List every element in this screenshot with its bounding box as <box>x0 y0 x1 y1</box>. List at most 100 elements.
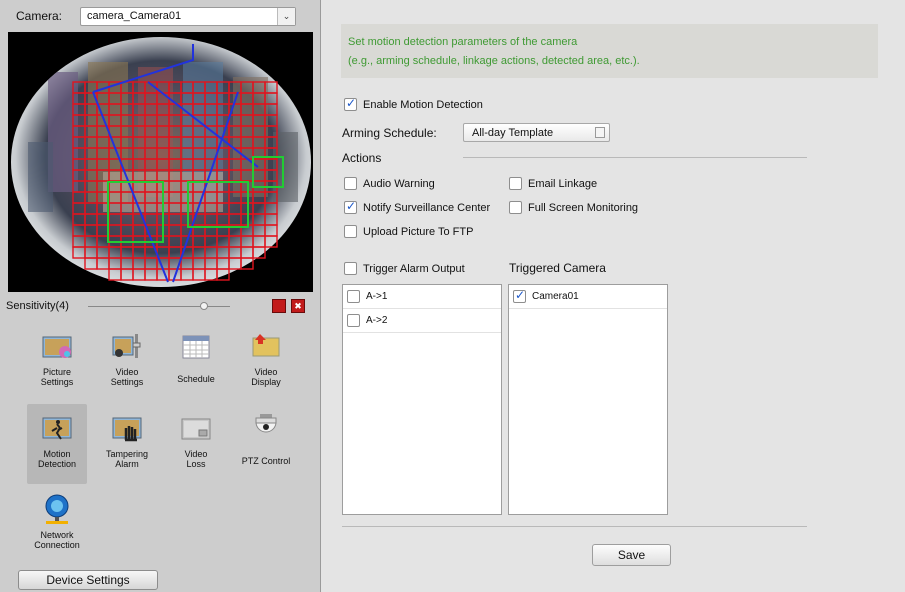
upload-ftp-option[interactable]: Upload Picture To FTP <box>344 225 473 238</box>
tile-label-line: Video <box>254 367 278 377</box>
video-display-icon <box>250 330 282 362</box>
info-line-2: (e.g., arming schedule, linkage actions,… <box>348 55 640 67</box>
enable-motion-label: Enable Motion Detection <box>363 98 483 111</box>
fisheye-view <box>8 32 313 292</box>
settings-tile[interactable]: Schedule <box>166 322 226 402</box>
triggered-camera-label: Triggered Camera <box>509 261 606 275</box>
tile-label-line: Schedule <box>177 374 215 384</box>
trigger-alarm-checkbox[interactable] <box>344 262 357 275</box>
tile-label: Video Display <box>236 367 296 387</box>
upload-ftp-label: Upload Picture To FTP <box>363 225 474 238</box>
settings-tile[interactable]: Video Display <box>236 322 296 402</box>
tile-label: Tampering Alarm <box>97 449 157 469</box>
audio-warning-checkbox[interactable] <box>344 177 357 190</box>
video-preview[interactable] <box>8 32 313 292</box>
alarm-output-item[interactable]: A->1 <box>343 285 501 309</box>
email-linkage-checkbox[interactable] <box>509 177 522 190</box>
schedule-icon <box>180 330 212 362</box>
triggered-camera-item[interactable]: Camera01 <box>509 285 667 309</box>
triggered-camera-item-label: Camera01 <box>532 291 579 302</box>
notify-center-label: Notify Surveillance Center <box>363 201 491 214</box>
camera-row: Camera: camera_Camera01 ⌄ <box>0 0 321 32</box>
settings-tile[interactable]: Tampering Alarm <box>97 404 157 484</box>
tampering-alarm-icon <box>111 412 143 444</box>
video-settings-icon <box>111 330 143 362</box>
tile-label-line: Video <box>115 367 139 377</box>
motion-detection-icon <box>41 412 73 444</box>
audio-warning-option[interactable]: Audio Warning <box>344 177 435 190</box>
tile-label: Video Settings <box>97 367 157 387</box>
alarm-output-item-label: A->2 <box>366 315 388 326</box>
notify-center-option[interactable]: Notify Surveillance Center <box>344 199 491 214</box>
info-banner: Set motion detection parameters of the c… <box>341 24 878 78</box>
tile-label-line: Picture <box>42 367 71 377</box>
sensitivity-slider-handle[interactable] <box>200 302 208 310</box>
settings-tile[interactable]: Picture Settings <box>27 322 87 402</box>
enable-motion-option[interactable]: Enable Motion Detection <box>344 96 483 111</box>
trigger-alarm-label: Trigger Alarm Output <box>363 262 465 275</box>
tile-label-line: Alarm <box>115 459 139 469</box>
network-connection-icon <box>41 493 73 525</box>
trigger-alarm-option[interactable]: Trigger Alarm Output <box>344 262 465 275</box>
sensitivity-row: Sensitivity(4) ✖ <box>0 294 321 318</box>
full-screen-option[interactable]: Full Screen Monitoring <box>509 201 638 214</box>
bottom-divider <box>342 526 807 527</box>
settings-tile[interactable]: Video Settings <box>97 322 157 402</box>
actions-divider <box>463 157 807 158</box>
camera-select[interactable]: camera_Camera01 ⌄ <box>80 7 296 26</box>
info-line-1: Set motion detection parameters of the c… <box>348 36 578 48</box>
device-settings-button[interactable]: Device Settings <box>18 570 158 590</box>
tile-label-line: Connection <box>34 540 80 550</box>
alarm-output-list[interactable]: A->1 A->2 <box>342 284 502 515</box>
tile-label-line: Motion <box>43 449 71 459</box>
picture-settings-icon <box>41 330 73 362</box>
tile-label: Motion Detection <box>27 449 87 469</box>
settings-tile[interactable]: Network Connection <box>27 485 87 565</box>
audio-warning-label: Audio Warning <box>363 177 435 190</box>
alarm-output-item[interactable]: A->2 <box>343 309 501 333</box>
tile-label-line: Video <box>184 449 208 459</box>
tile-label: Video Loss <box>166 449 226 469</box>
tile-label-line: Detection <box>37 459 77 469</box>
email-linkage-label: Email Linkage <box>528 177 598 190</box>
triggered-camera-list[interactable]: Camera01 <box>508 284 668 515</box>
full-screen-checkbox[interactable] <box>509 201 522 214</box>
upload-ftp-checkbox[interactable] <box>344 225 357 238</box>
tile-label-line: Settings <box>110 377 144 387</box>
camera-label: Camera: <box>16 9 63 23</box>
alarm-output-item-checkbox[interactable] <box>347 290 360 303</box>
triggered-camera-item-checkbox[interactable] <box>513 288 526 303</box>
enable-motion-checkbox[interactable] <box>344 96 357 111</box>
arming-schedule-value: All-day Template <box>472 127 554 139</box>
settings-tile[interactable]: Video Loss <box>166 404 226 484</box>
tile-label-line: Network <box>40 530 74 540</box>
save-button[interactable]: Save <box>592 544 671 566</box>
tile-label: Network Connection <box>27 530 87 550</box>
email-linkage-option[interactable]: Email Linkage <box>509 177 597 190</box>
tile-label-line: PTZ Control <box>241 456 291 466</box>
sensitivity-slider[interactable] <box>88 306 230 307</box>
right-panel: Set motion detection parameters of the c… <box>322 0 905 592</box>
actions-label: Actions <box>342 151 382 165</box>
arming-schedule-select[interactable]: All-day Template <box>463 123 610 142</box>
tile-label: Schedule <box>166 374 226 384</box>
alarm-output-item-checkbox[interactable] <box>347 314 360 327</box>
tile-label: Picture Settings <box>27 367 87 387</box>
tile-label-line: Loss <box>186 459 206 469</box>
chevron-down-icon[interactable]: ⌄ <box>277 8 295 25</box>
tile-label-line: Settings <box>40 377 74 387</box>
ptz-control-icon <box>250 412 282 444</box>
camera-select-value: camera_Camera01 <box>87 10 182 22</box>
video-loss-icon <box>180 412 212 444</box>
settings-tile[interactable]: PTZ Control <box>236 404 296 484</box>
notify-center-checkbox[interactable] <box>344 199 357 214</box>
alarm-output-item-label: A->1 <box>366 291 388 302</box>
tile-label: PTZ Control <box>236 456 296 466</box>
left-panel: Camera: camera_Camera01 ⌄ Sensitivity(4)… <box>0 0 321 592</box>
tile-label-line: Tampering <box>105 449 149 459</box>
tile-label-line: Display <box>251 377 281 387</box>
settings-tile[interactable]: Motion Detection <box>27 404 87 484</box>
delete-area-button[interactable]: ✖ <box>291 299 305 313</box>
schedule-edit-icon[interactable] <box>595 127 605 138</box>
draw-area-button[interactable] <box>272 299 286 313</box>
